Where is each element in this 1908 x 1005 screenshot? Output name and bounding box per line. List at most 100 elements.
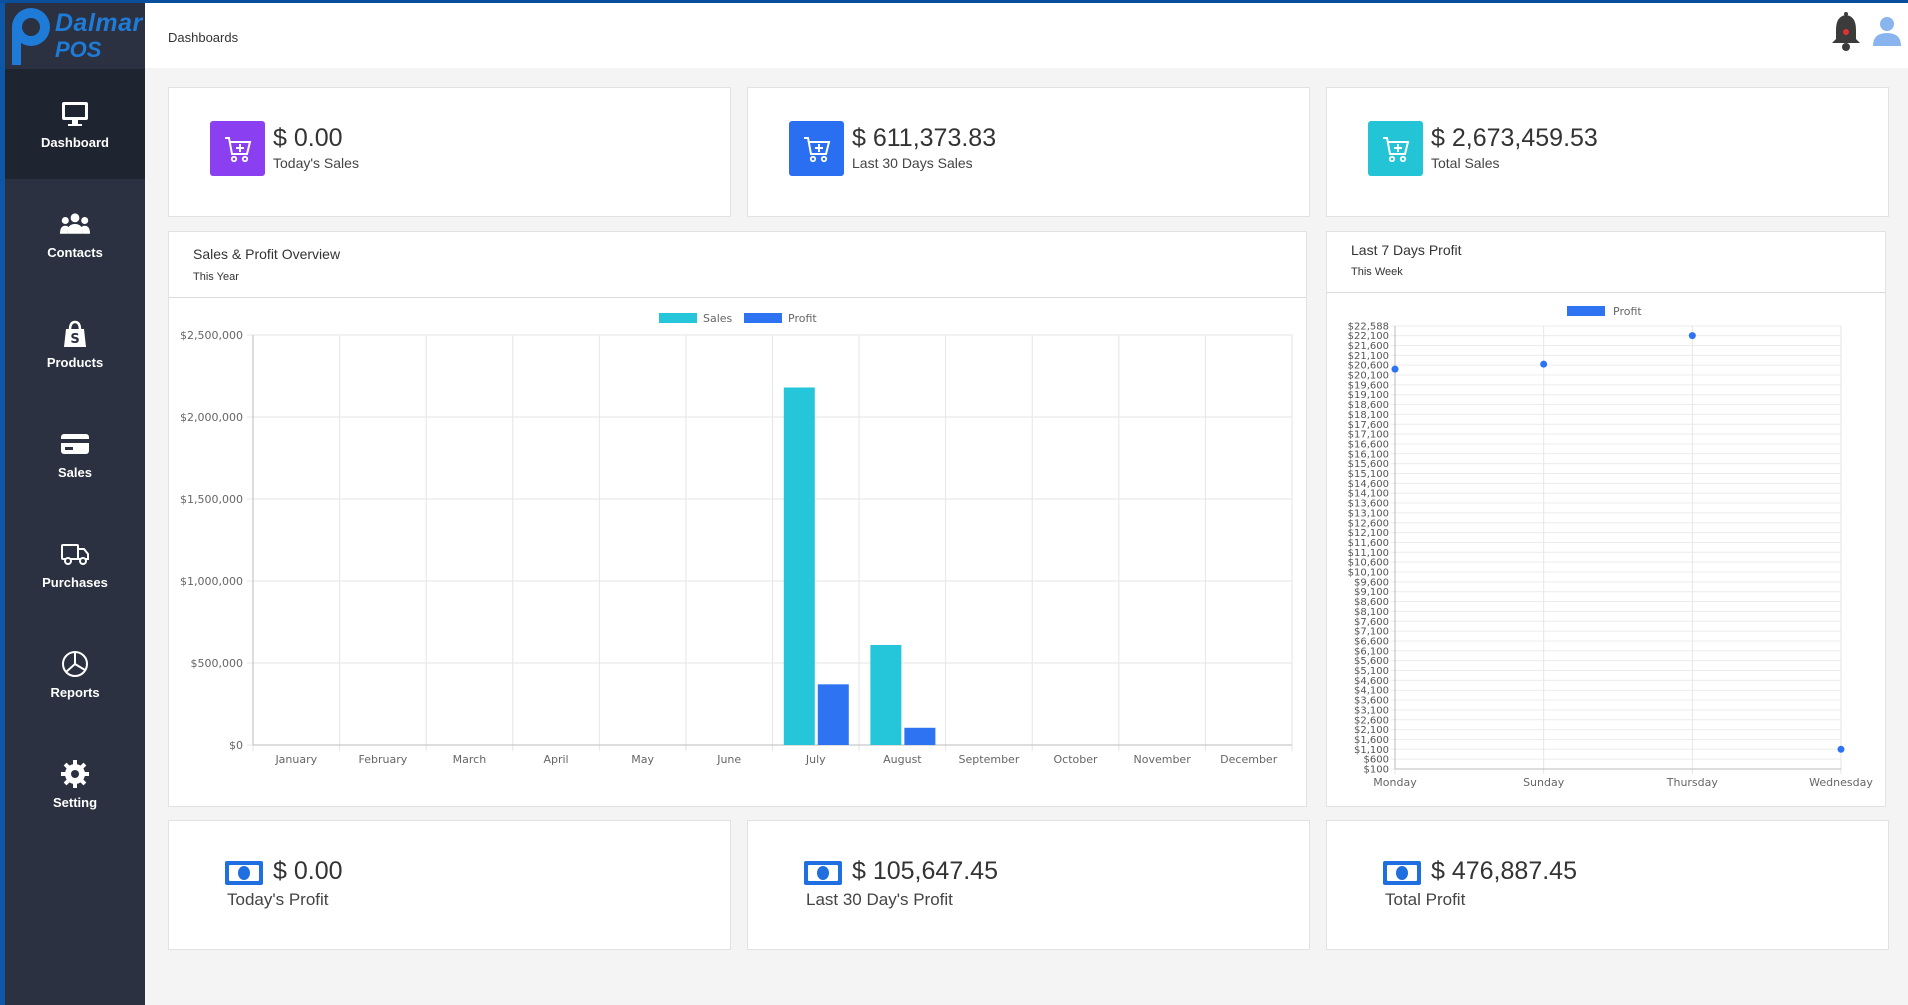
bar-sales	[870, 644, 902, 745]
sidebar-item-label: Products	[46, 354, 104, 370]
y-tick-label: $9,100	[1354, 587, 1389, 598]
x-tick-label: January	[274, 753, 317, 766]
y-tick-label: $9,600	[1354, 577, 1389, 588]
chart-title: Sales & Profit Overview	[193, 246, 341, 262]
x-tick-label: March	[453, 753, 487, 766]
legend-swatch	[659, 313, 697, 323]
sidebar-item-label: Sales	[58, 464, 92, 480]
y-tick-label: $6,600	[1354, 636, 1389, 647]
logo-p-icon	[12, 8, 50, 65]
sidebar-item-sales[interactable]: Sales	[5, 399, 145, 509]
users-icon	[60, 212, 90, 234]
stat-label: Total Profit	[1385, 890, 1466, 909]
bell-icon[interactable]	[1828, 12, 1864, 52]
bar-profit	[817, 684, 849, 745]
y-tick-label: $12,100	[1348, 528, 1389, 539]
y-tick-label: $16,600	[1348, 439, 1389, 450]
sidebar-item-label: Contacts	[47, 244, 103, 260]
x-tick-label: September	[959, 753, 1020, 766]
breadcrumb: Dashboards	[168, 30, 239, 45]
legend-label: Profit	[788, 312, 817, 325]
x-tick-label: Wednesday	[1809, 776, 1873, 789]
svg-text:S: S	[70, 332, 79, 347]
y-tick-label: $20,600	[1348, 361, 1389, 372]
y-tick-label: $11,100	[1348, 548, 1389, 559]
y-tick-label: $1,100	[1354, 745, 1389, 756]
y-tick-label: $21,100	[1348, 351, 1389, 362]
cart-icon	[1368, 121, 1423, 176]
shopping-bag-icon: S	[64, 320, 86, 347]
sidebar-item-dashboard[interactable]: Dashboard	[5, 69, 145, 179]
profit-point	[1540, 360, 1548, 368]
y-tick-label: $17,600	[1348, 420, 1389, 431]
total-sales-card: $ 2,673,459.53 Total Sales	[1326, 87, 1889, 217]
y-tick-label: $3,600	[1354, 696, 1389, 707]
money-bill-icon	[1383, 861, 1421, 885]
x-tick-label: Thursday	[1666, 776, 1719, 789]
stat-label: Today's Profit	[227, 890, 329, 909]
user-avatar-icon[interactable]	[1870, 14, 1904, 48]
y-tick-label: $10,600	[1348, 558, 1389, 569]
sidebar-item-purchases[interactable]: Purchases	[5, 509, 145, 619]
y-tick-label: $19,600	[1348, 380, 1389, 391]
x-tick-label: May	[631, 753, 654, 766]
y-tick-label: $4,600	[1354, 676, 1389, 687]
y-tick-label: $3,100	[1354, 705, 1389, 716]
last-7-days-profit-card: Last 7 Days Profit This Week Profit $100 $…	[1326, 231, 1886, 807]
legend-label: Sales	[703, 312, 733, 325]
legend-swatch	[744, 313, 782, 323]
last-30-days-sales-card: $ 611,373.83 Last 30 Days Sales	[747, 87, 1310, 217]
profit-point	[1391, 365, 1399, 373]
y-tick-label: $7,600	[1354, 617, 1389, 628]
y-tick-label: $6,100	[1354, 646, 1389, 657]
y-tick-label: $12,600	[1348, 518, 1389, 529]
last-30-days-profit-card: $ 105,647.45 Last 30 Day's Profit	[747, 820, 1310, 950]
monitor-icon	[62, 101, 88, 126]
y-tick-label: $0	[229, 739, 243, 752]
y-tick-label: $600	[1364, 755, 1389, 766]
chart-title: Last 7 Days Profit	[1351, 242, 1462, 258]
y-tick-label: $5,600	[1354, 656, 1389, 667]
y-tick-label: $14,100	[1348, 489, 1389, 500]
truck-icon	[61, 543, 89, 565]
stat-value: $ 105,647.45	[852, 857, 998, 885]
y-tick-label: $1,600	[1354, 735, 1389, 746]
gear-icon	[61, 759, 89, 788]
y-tick-label: $15,100	[1348, 469, 1389, 480]
money-bill-icon	[804, 861, 842, 885]
y-tick-label: $4,100	[1354, 686, 1389, 697]
today-sales-card: $ 0.00 Today's Sales	[168, 87, 731, 217]
y-tick-label: $8,600	[1354, 597, 1389, 608]
x-tick-label: February	[359, 753, 408, 766]
sales-profit-overview-card: Sales & Profit Overview This Year Sales P…	[168, 231, 1307, 807]
y-tick-label: $100	[1364, 765, 1389, 776]
sidebar-item-products[interactable]: S Products	[5, 289, 145, 399]
sidebar-item-setting[interactable]: Setting	[5, 729, 145, 839]
y-tick-label: $18,100	[1348, 410, 1389, 421]
y-tick-label: $13,600	[1348, 499, 1389, 510]
y-tick-label: $2,600	[1354, 715, 1389, 726]
y-tick-label: $2,500,000	[180, 329, 243, 342]
sidebar-item-contacts[interactable]: Contacts	[5, 179, 145, 289]
brand-name: Dalmar	[55, 9, 143, 37]
sales-profit-bar-chart: Sales Profit $0 $500,000 $1,000,000 $1,500,00…	[180, 312, 1293, 766]
weekly-profit-scatter-chart: Profit$100$600$1,100$1,600$2,100$2,600$3…	[1348, 305, 1874, 789]
y-tick-label: $14,600	[1348, 479, 1389, 490]
x-tick-label: October	[1054, 753, 1098, 766]
stat-label: Total Sales	[1431, 155, 1500, 171]
y-tick-label: $22,588	[1348, 322, 1389, 333]
brand-sub: POS	[55, 37, 102, 62]
sidebar-item-reports[interactable]: Reports	[5, 619, 145, 729]
x-tick-label: Monday	[1373, 776, 1417, 789]
y-tick-label: $21,600	[1348, 341, 1389, 352]
top-accent-line	[0, 0, 1908, 3]
x-tick-label: August	[883, 753, 922, 766]
x-tick-label: April	[543, 753, 568, 766]
cart-icon	[789, 121, 844, 176]
today-profit-card: $ 0.00 Today's Profit	[168, 820, 731, 950]
cart-icon	[210, 121, 265, 176]
stat-value: $ 2,673,459.53	[1431, 124, 1598, 152]
logo[interactable]: Dalmar POS	[5, 3, 145, 69]
stat-label: Last 30 Days Sales	[852, 155, 973, 171]
sidebar-nav: Dashboard Contacts S Products Sales Purc…	[5, 69, 145, 839]
